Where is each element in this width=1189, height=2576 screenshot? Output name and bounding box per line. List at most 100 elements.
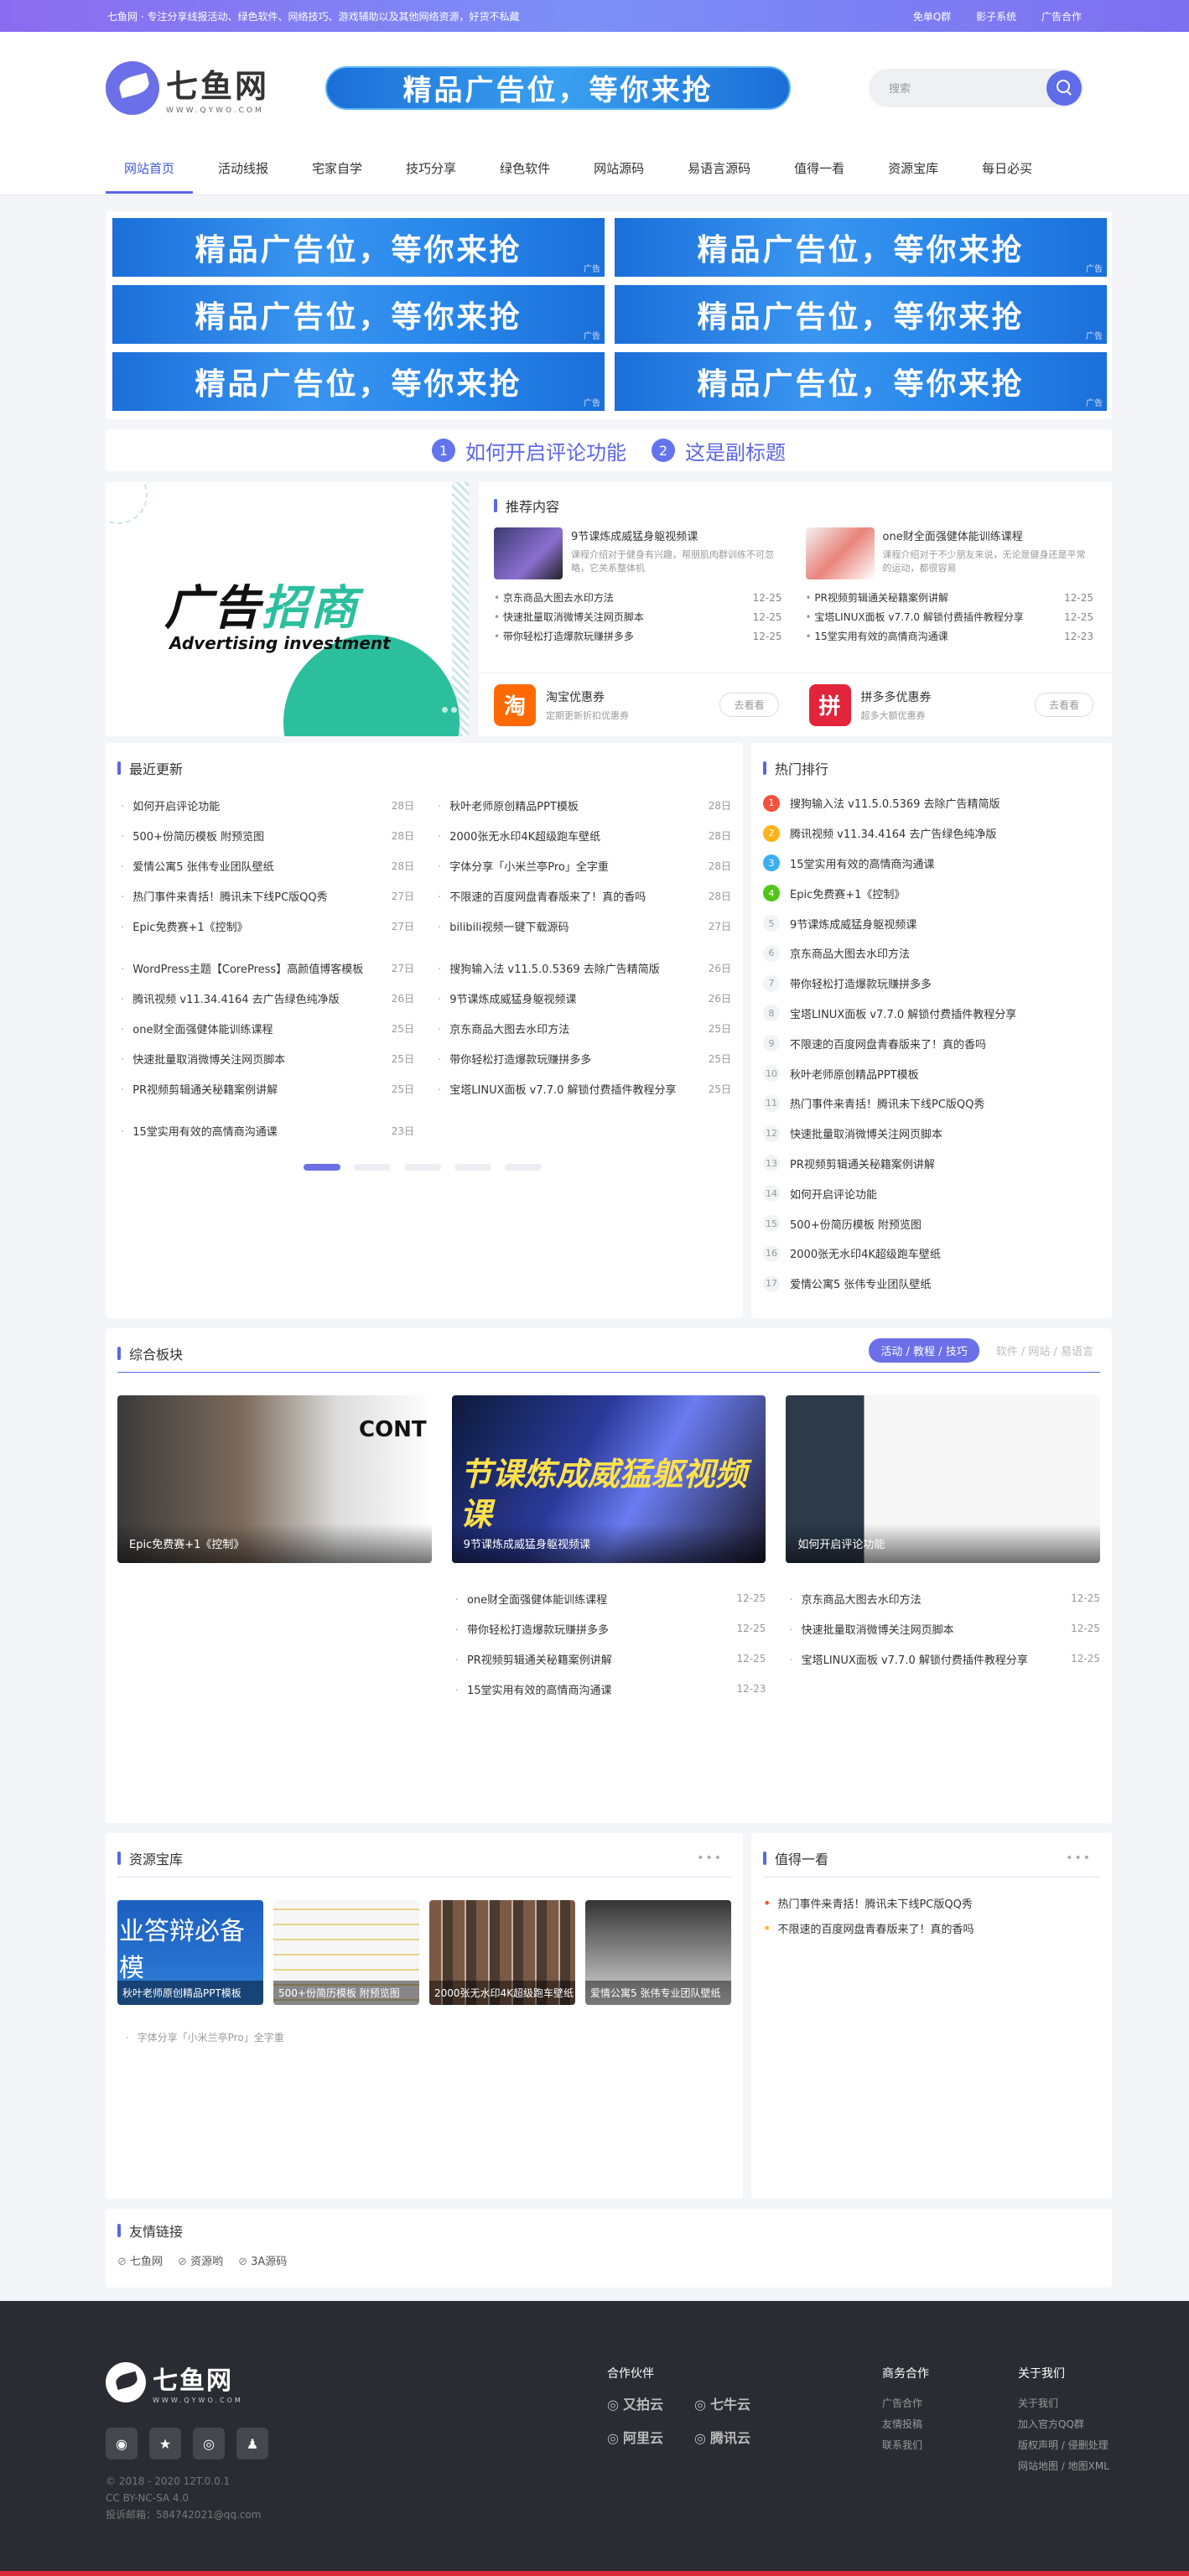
recommend-top-item[interactable]: one财全面强健体能训练课程 课程介绍对于不少朋友来说，无论是健身还是平常的运动，… <box>805 527 1094 579</box>
recommend-list-item[interactable]: 15堂实用有效的高情商沟通课 12-23 <box>806 626 1093 646</box>
partner-upyun[interactable]: 又拍云 <box>607 2393 683 2413</box>
tab-software-site[interactable]: 软件 / 网站 / 易语言 <box>996 1343 1093 1358</box>
combo-item-title[interactable]: PR视频剪辑通关秘籍案例讲解 <box>452 1651 732 1667</box>
latest-item-title[interactable]: 字体分享「小米兰亭Pro」全字重 <box>434 858 704 874</box>
hot-item-title[interactable]: 不限速的百度网盘青春版来了！真的香吗 <box>790 1036 986 1052</box>
latest-item-title[interactable]: 9节课炼成威猛身躯视频课 <box>434 990 704 1006</box>
latest-item[interactable]: 2000张无水印4K超级跑车壁纸 28日 <box>434 820 731 850</box>
latest-item[interactable]: 带你轻松打造爆款玩赚拼多多 25日 <box>434 1043 731 1073</box>
combo-list-item[interactable]: PR视频剪辑通关秘籍案例讲解 12-25 <box>452 1644 766 1674</box>
nav-site-source[interactable]: 网站源码 <box>575 143 662 194</box>
combo-item-title[interactable]: 15堂实用有效的高情商沟通课 <box>452 1681 732 1697</box>
combo-list-item[interactable]: 京东商品大图去水印方法 12-25 <box>786 1583 1100 1613</box>
latest-item[interactable]: WordPress主题【CorePress】高颜值博客模板 27日 <box>117 953 414 983</box>
combo-item-title[interactable]: 带你轻松打造爆款玩赚拼多多 <box>452 1621 732 1637</box>
hot-item-title[interactable]: 15堂实用有效的高情商沟通课 <box>790 855 935 871</box>
coupon-title[interactable]: 拼多多优惠券 <box>861 688 1035 705</box>
latest-item-title[interactable]: 秋叶老师原创精品PPT模板 <box>434 797 704 813</box>
star-icon[interactable]: ★ <box>149 2428 181 2459</box>
hot-item[interactable]: 15 500+份简历模板 附预览图 <box>763 1208 1100 1239</box>
nav-worth-seeing[interactable]: 值得一看 <box>776 143 863 194</box>
latest-item[interactable]: 京东商品大图去水印方法 25日 <box>434 1013 731 1043</box>
nav-software[interactable]: 绿色软件 <box>481 143 569 194</box>
search-input[interactable]: 搜索 <box>889 80 911 96</box>
resource-card-3[interactable]: 2000张无水印4K超级跑车壁纸 <box>429 1900 575 2005</box>
hot-item-title[interactable]: 腾讯视频 v11.34.4164 去广告绿色纯净版 <box>790 825 996 841</box>
combo-list-item[interactable]: one财全面强健体能训练课程 12-25 <box>452 1583 766 1613</box>
combo-list-item[interactable]: 快速批量取消微博关注网页脚本 12-25 <box>786 1613 1100 1644</box>
resource-list-item[interactable]: 字体分享「小米兰亭Pro」全字重 <box>117 2022 419 2052</box>
recommend-top-title[interactable]: one财全面强健体能训练课程 <box>883 527 1094 543</box>
recommend-thumbnail[interactable] <box>494 527 563 579</box>
latest-item[interactable]: 500+份简历模板 附预览图 28日 <box>117 820 414 850</box>
footer-link-copyright[interactable]: 版权声明 / 侵删处理 <box>1018 2435 1109 2456</box>
recommend-thumbnail[interactable] <box>805 527 875 579</box>
hot-item[interactable]: 16 2000张无水印4K超级跑车壁纸 <box>763 1239 1100 1269</box>
friend-link-1[interactable]: 七鱼网 <box>117 2252 163 2268</box>
latest-item-title[interactable]: PR视频剪辑通关秘籍案例讲解 <box>117 1081 387 1097</box>
resource-card-1[interactable]: 业答辩必备模 秋叶老师原创精品PPT模板 <box>117 1900 263 2005</box>
latest-item-title[interactable]: bilibili视频一键下载源码 <box>434 918 704 934</box>
resource-card-2[interactable]: 500+份简历模板 附预览图 <box>273 1900 419 2005</box>
hot-item[interactable]: 3 15堂实用有效的高情商沟通课 <box>763 849 1100 879</box>
footer-logo[interactable]: 七鱼网 WWW.QYWO.COM <box>106 2360 268 2404</box>
recommend-list-item[interactable]: 带你轻松打造爆款玩赚拼多多 12-25 <box>494 626 782 646</box>
latest-item[interactable]: bilibili视频一键下载源码 27日 <box>434 911 731 941</box>
coupon-go-button[interactable]: 去看看 <box>719 693 779 717</box>
nav-daily-buy[interactable]: 每日必买 <box>963 143 1051 194</box>
latest-item-title[interactable]: 快速批量取消微博关注网页脚本 <box>117 1051 387 1067</box>
latest-item-title[interactable]: 宝塔LINUX面板 v7.7.0 解锁付费插件教程分享 <box>434 1081 704 1097</box>
ad-banner-6[interactable]: 精品广告位，等你来抢 广告 <box>615 352 1107 411</box>
latest-item[interactable]: 快速批量取消微博关注网页脚本 25日 <box>117 1043 414 1073</box>
recommend-item-title[interactable]: 15堂实用有效的高情商沟通课 <box>806 629 1058 643</box>
hot-item-title[interactable]: 2000张无水印4K超级跑车壁纸 <box>790 1245 941 1261</box>
latest-item[interactable]: one财全面强健体能训练课程 25日 <box>117 1013 414 1043</box>
combo-item-title[interactable]: 快速批量取消微博关注网页脚本 <box>786 1621 1066 1637</box>
recommend-item-title[interactable]: 带你轻松打造爆款玩赚拼多多 <box>494 629 746 643</box>
hot-item-title[interactable]: 宝塔LINUX面板 v7.7.0 解锁付费插件教程分享 <box>790 1005 1016 1021</box>
footer-link-ad[interactable]: 广告合作 <box>882 2393 929 2414</box>
weibo-icon[interactable]: ◎ <box>193 2428 225 2459</box>
hot-item-title[interactable]: 爱情公寓5 张伟专业团队壁纸 <box>790 1275 931 1291</box>
combo-card-3[interactable]: 如何开启评论功能 <box>786 1395 1101 1563</box>
latest-item-title[interactable]: 爱情公寓5 张伟专业团队壁纸 <box>117 858 387 874</box>
hot-item[interactable]: 2 腾讯视频 v11.34.4164 去广告绿色纯净版 <box>763 818 1100 849</box>
nav-tips[interactable]: 技巧分享 <box>387 143 475 194</box>
latest-item[interactable]: PR视频剪辑通关秘籍案例讲解 25日 <box>117 1073 414 1104</box>
partner-tencent-cloud[interactable]: 腾讯云 <box>694 2427 770 2447</box>
latest-item[interactable]: 如何开启评论功能 28日 <box>117 790 414 820</box>
hot-item[interactable]: 11 热门事件来青括！腾讯未下线PC版QQ秀 <box>763 1088 1100 1119</box>
recommend-item-title[interactable]: 快速批量取消微博关注网页脚本 <box>494 610 746 624</box>
hot-item[interactable]: 7 带你轻松打造爆款玩赚拼多多 <box>763 969 1100 999</box>
resource-card-4[interactable]: 爱情公寓5 张伟专业团队壁纸 <box>585 1900 731 2005</box>
coupon-go-button[interactable]: 去看看 <box>1034 693 1093 717</box>
recommend-list-item[interactable]: PR视频剪辑通关秘籍案例讲解 12-25 <box>806 588 1093 607</box>
latest-item-title[interactable]: Epic免费赛+1《控制》 <box>117 918 387 934</box>
footer-link-submit[interactable]: 友情投稿 <box>882 2414 929 2435</box>
combo-item-title[interactable]: one财全面强健体能训练课程 <box>452 1591 732 1607</box>
nav-e-language[interactable]: 易语言源码 <box>669 143 769 194</box>
subtitle-link-1[interactable]: 如何开启评论功能 <box>465 436 626 465</box>
latest-item-title[interactable]: 腾讯视频 v11.34.4164 去广告绿色纯净版 <box>117 990 387 1006</box>
ad-banner-4[interactable]: 精品广告位，等你来抢 广告 <box>615 285 1107 344</box>
nav-resources[interactable]: 资源宝库 <box>870 143 957 194</box>
hot-item[interactable]: 13 PR视频剪辑通关秘籍案例讲解 <box>763 1149 1100 1179</box>
latest-item[interactable]: Epic免费赛+1《控制》 27日 <box>117 911 414 941</box>
promo-slider[interactable]: 广告招商 Advertising investment <box>106 482 469 736</box>
coupon-title[interactable]: 淘宝优惠券 <box>546 688 719 705</box>
combo-item-title[interactable]: 京东商品大图去水印方法 <box>786 1591 1066 1607</box>
nav-self-study[interactable]: 宅家自学 <box>293 143 381 194</box>
hot-item[interactable]: 4 Epic免费赛+1《控制》 <box>763 878 1100 908</box>
recommend-item-title[interactable]: PR视频剪辑通关秘籍案例讲解 <box>806 590 1058 605</box>
recommend-item-title[interactable]: 宝塔LINUX面板 v7.7.0 解锁付费插件教程分享 <box>806 610 1058 624</box>
combo-list-item[interactable]: 带你轻松打造爆款玩赚拼多多 12-25 <box>452 1613 766 1644</box>
partner-qiniu[interactable]: 七牛云 <box>694 2393 770 2413</box>
friend-link-2[interactable]: 资源哟 <box>178 2252 223 2268</box>
hot-item-title[interactable]: 快速批量取消微博关注网页脚本 <box>790 1125 942 1141</box>
combo-card-1[interactable]: CONT Epic免费赛+1《控制》 <box>117 1395 432 1563</box>
worth-item-1[interactable]: 热门事件来青括！腾讯未下线PC版QQ秀 <box>763 1890 1100 1915</box>
latest-item[interactable]: 热门事件来青括！腾讯未下线PC版QQ秀 27日 <box>117 880 414 911</box>
ad-banner-3[interactable]: 精品广告位，等你来抢 广告 <box>112 285 605 344</box>
resource-list-item-title[interactable]: 字体分享「小米兰亭Pro」全字重 <box>122 2030 419 2044</box>
latest-item-title[interactable]: WordPress主题【CorePress】高颜值博客模板 <box>117 960 387 976</box>
